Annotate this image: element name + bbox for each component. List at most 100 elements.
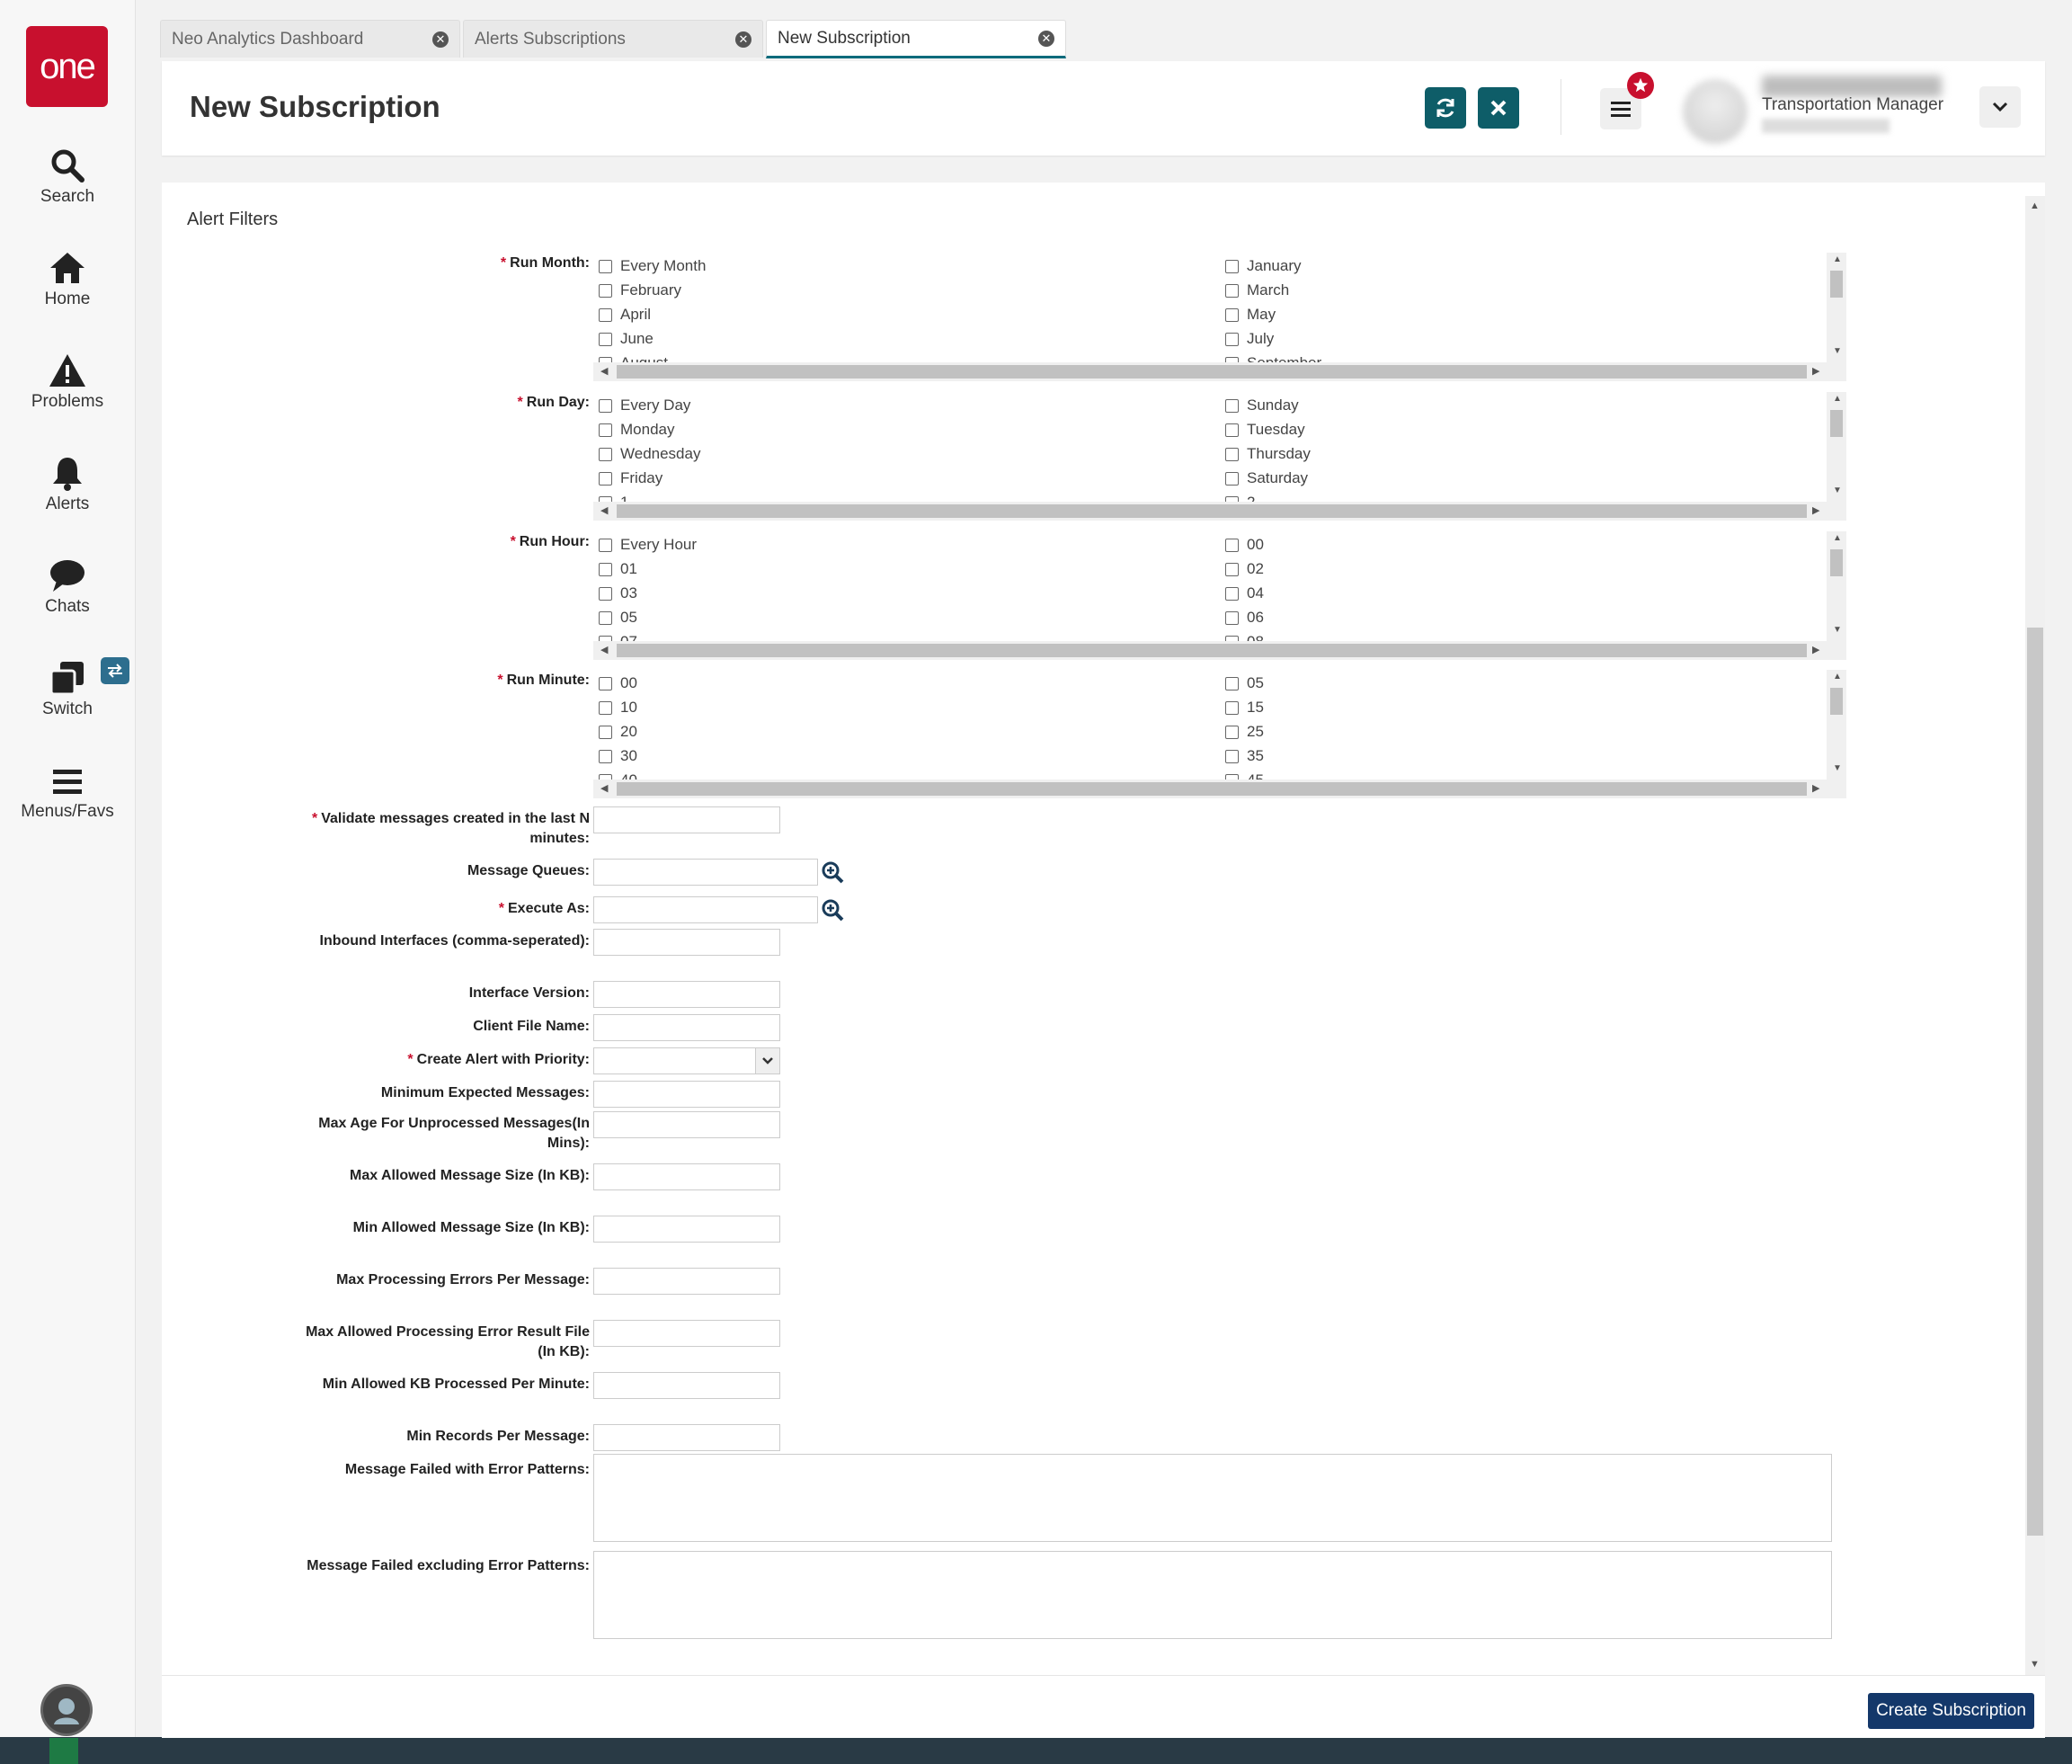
checkbox-wednesday[interactable]: Wednesday (599, 444, 700, 464)
run-minute-label: * Run Minute: (497, 673, 590, 688)
nav-label: Menus/Favs (21, 802, 114, 821)
close-icon[interactable]: ✕ (1038, 30, 1054, 47)
interface-version-input[interactable] (593, 981, 780, 1008)
checkbox-september[interactable]: September (1225, 353, 1321, 362)
min-kb-per-minute-input[interactable] (593, 1372, 780, 1399)
checkbox-minute-05[interactable]: 05 (1225, 673, 1264, 693)
horizontal-scrollbar[interactable]: ◀ ▶ (593, 641, 1846, 660)
nav-item-alerts[interactable]: Alerts (0, 451, 135, 514)
horizontal-scrollbar[interactable]: ◀ ▶ (593, 362, 1846, 381)
message-queues-input[interactable] (593, 859, 818, 886)
checkbox-hour-08[interactable]: 08 (1225, 632, 1264, 641)
min-expected-input[interactable] (593, 1081, 780, 1108)
vertical-scrollbar[interactable]: ▲ ▼ (1827, 531, 1846, 641)
tab-alerts-subscriptions[interactable]: Alerts Subscriptions ✕ (463, 20, 763, 58)
tab-new-subscription[interactable]: New Subscription ✕ (766, 20, 1066, 58)
checkbox-day-1[interactable]: 1 (599, 493, 628, 502)
max-errors-input[interactable] (593, 1268, 780, 1295)
execute-as-lookup-button[interactable] (820, 897, 845, 922)
vertical-scrollbar[interactable]: ▲ ▼ (1827, 670, 1846, 780)
checkbox-thursday[interactable]: Thursday (1225, 444, 1311, 464)
execute-as-input[interactable] (593, 896, 818, 923)
failed-with-patterns-textarea[interactable] (593, 1454, 1832, 1542)
checkbox-minute-35[interactable]: 35 (1225, 746, 1264, 766)
checkbox-minute-40[interactable]: 40 (599, 771, 637, 780)
min-size-label: Min Allowed Message Size (In KB): (352, 1220, 590, 1235)
validate-minutes-input[interactable] (593, 806, 780, 833)
vertical-scrollbar[interactable]: ▲ ▼ (1827, 392, 1846, 502)
client-file-name-input[interactable] (593, 1014, 780, 1041)
checkbox-minute-15[interactable]: 15 (1225, 698, 1264, 717)
checkbox-sunday[interactable]: Sunday (1225, 396, 1299, 415)
message-queues-lookup-button[interactable] (820, 860, 845, 885)
failed-excluding-patterns-textarea[interactable] (593, 1551, 1832, 1639)
max-error-file-input[interactable] (593, 1320, 780, 1347)
nav-label: Problems (31, 392, 104, 411)
nav-item-chats[interactable]: Chats (0, 554, 135, 617)
checkbox-hour-00[interactable]: 00 (1225, 535, 1264, 555)
checkbox-may[interactable]: May (1225, 305, 1276, 325)
checkbox-tuesday[interactable]: Tuesday (1225, 420, 1305, 440)
nav-item-problems[interactable]: Problems (0, 349, 135, 412)
checkbox-day-2[interactable]: 2 (1225, 493, 1255, 502)
user-menu-toggle[interactable] (1979, 86, 2021, 128)
priority-select[interactable] (593, 1047, 780, 1074)
checkbox-august[interactable]: August (599, 353, 668, 362)
excel-taskbar-icon[interactable] (49, 1738, 78, 1764)
refresh-icon (1436, 98, 1454, 118)
avatar[interactable] (1683, 79, 1747, 144)
switch-badge[interactable] (101, 657, 129, 684)
checkbox-minute-30[interactable]: 30 (599, 746, 637, 766)
checkbox-friday[interactable]: Friday (599, 468, 663, 488)
checkbox-march[interactable]: March (1225, 281, 1289, 300)
max-age-input[interactable] (593, 1111, 780, 1138)
checkbox-hour-02[interactable]: 02 (1225, 559, 1264, 579)
assistant-avatar[interactable] (40, 1684, 93, 1736)
nav-item-menus-favs[interactable]: Menus/Favs (0, 759, 135, 822)
checkbox-hour-03[interactable]: 03 (599, 584, 637, 603)
min-records-input[interactable] (593, 1424, 780, 1451)
checkbox-every-day[interactable]: Every Day (599, 396, 690, 415)
nav-item-home[interactable]: Home (0, 246, 135, 309)
checkbox-july[interactable]: July (1225, 329, 1274, 349)
max-size-input[interactable] (593, 1163, 780, 1190)
nav-label: Chats (45, 597, 90, 616)
inbound-interfaces-input[interactable] (593, 929, 780, 956)
close-icon[interactable]: ✕ (432, 31, 449, 48)
close-page-button[interactable] (1478, 87, 1519, 129)
tab-neo-analytics-dashboard[interactable]: Neo Analytics Dashboard ✕ (160, 20, 460, 58)
failed-with-patterns-label: Message Failed with Error Patterns: (344, 1462, 590, 1477)
horizontal-scrollbar[interactable]: ◀ ▶ (593, 502, 1846, 521)
checkbox-hour-06[interactable]: 06 (1225, 608, 1264, 628)
min-size-input[interactable] (593, 1216, 780, 1243)
checkbox-hour-01[interactable]: 01 (599, 559, 637, 579)
page-scrollbar[interactable]: ▲ ▼ (2025, 196, 2045, 1675)
vertical-scrollbar[interactable]: ▲ ▼ (1827, 253, 1846, 362)
horizontal-scrollbar[interactable]: ◀ ▶ (593, 780, 1846, 798)
checkbox-february[interactable]: February (599, 281, 681, 300)
checkbox-monday[interactable]: Monday (599, 420, 674, 440)
checkbox-every-hour[interactable]: Every Hour (599, 535, 697, 555)
checkbox-every-month[interactable]: Every Month (599, 256, 706, 276)
close-icon[interactable]: ✕ (735, 31, 751, 48)
zoom-in-icon (822, 861, 844, 884)
run-day-label: * Run Day: (517, 395, 590, 410)
checkbox-june[interactable]: June (599, 329, 654, 349)
validate-minutes-label: * Validate messages created in the last N… (311, 811, 590, 846)
left-nav: one Search Home Problems Alerts Chats Sw… (0, 0, 136, 1737)
checkbox-hour-05[interactable]: 05 (599, 608, 637, 628)
one-logo[interactable]: one (26, 26, 108, 107)
checkbox-minute-20[interactable]: 20 (599, 722, 637, 742)
checkbox-january[interactable]: January (1225, 256, 1301, 276)
nav-item-search[interactable]: Search (0, 144, 135, 207)
checkbox-saturday[interactable]: Saturday (1225, 468, 1308, 488)
checkbox-minute-45[interactable]: 45 (1225, 771, 1264, 780)
refresh-button[interactable] (1425, 87, 1466, 129)
create-subscription-button[interactable]: Create Subscription (1868, 1693, 2034, 1729)
checkbox-april[interactable]: April (599, 305, 651, 325)
checkbox-minute-10[interactable]: 10 (599, 698, 637, 717)
checkbox-minute-25[interactable]: 25 (1225, 722, 1264, 742)
checkbox-minute-00[interactable]: 00 (599, 673, 637, 693)
checkbox-hour-04[interactable]: 04 (1225, 584, 1264, 603)
checkbox-hour-07[interactable]: 07 (599, 632, 637, 641)
